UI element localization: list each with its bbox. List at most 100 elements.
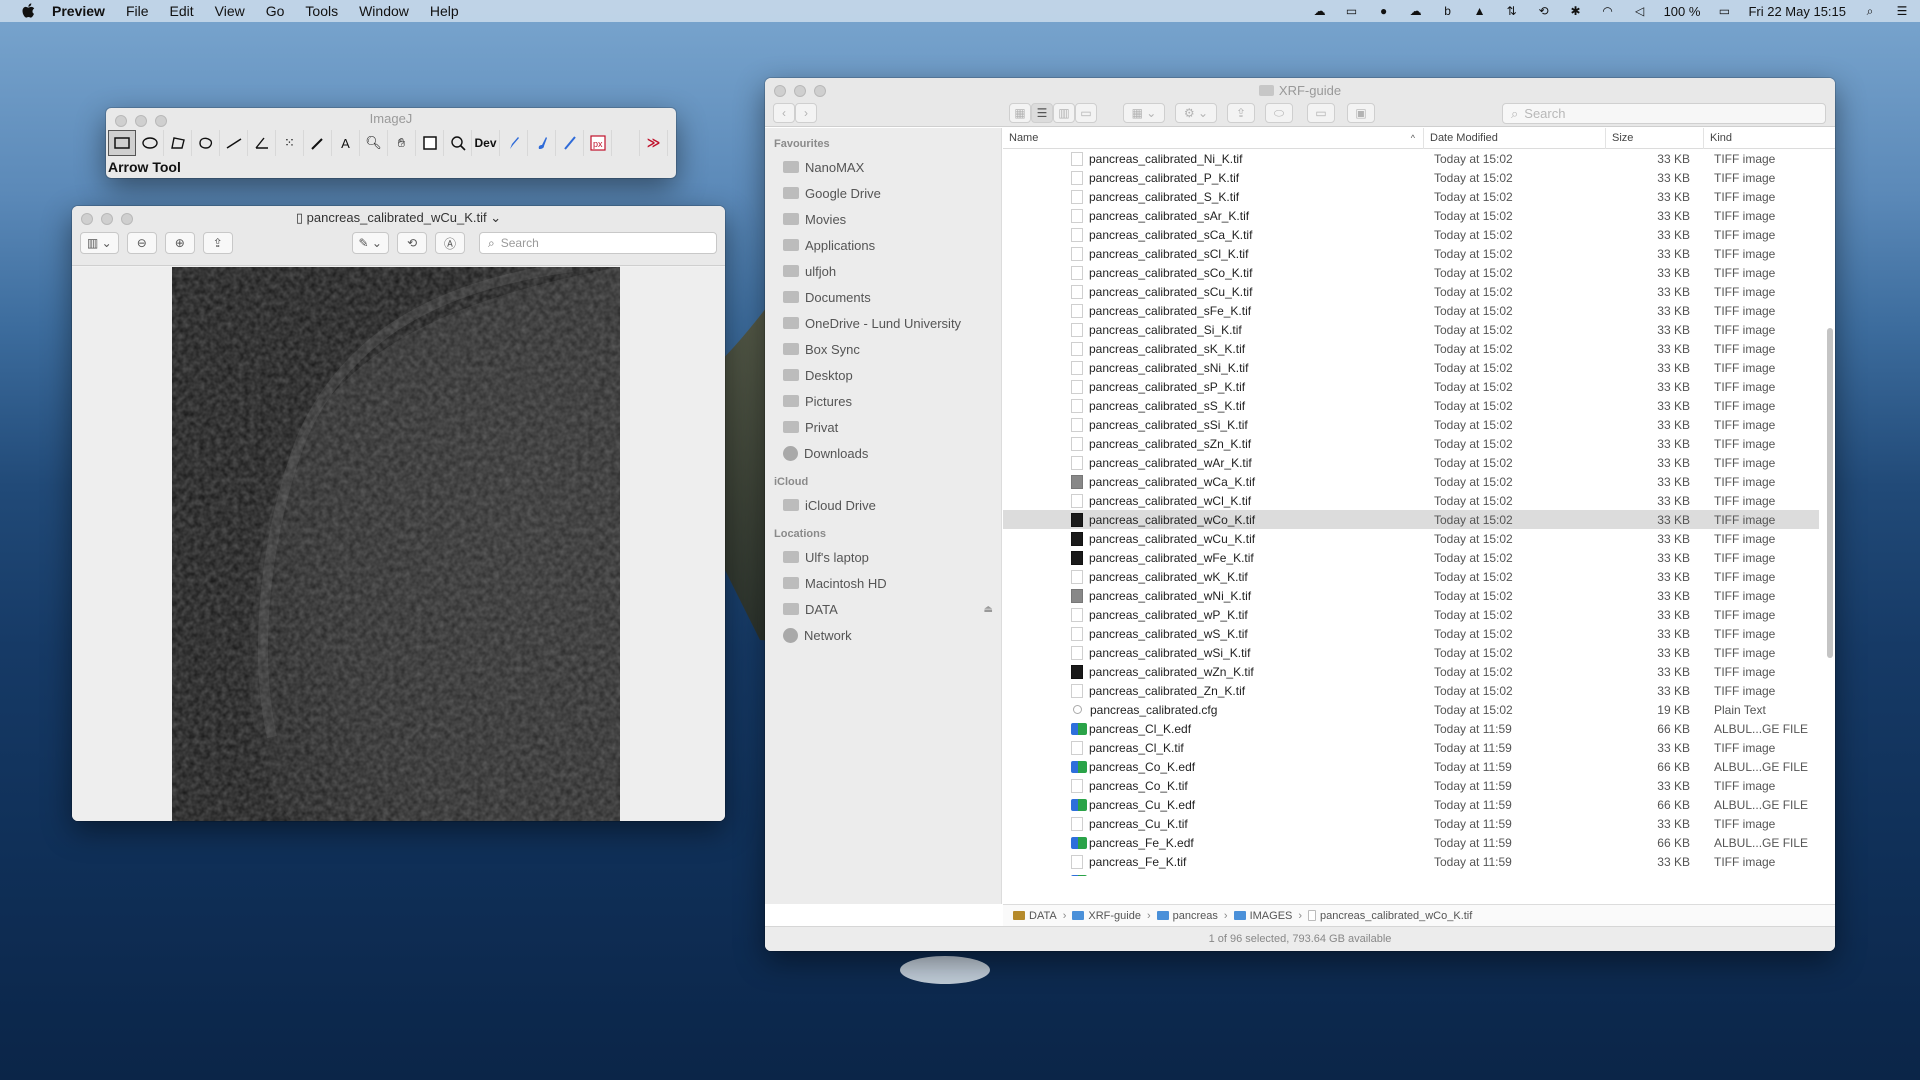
table-row[interactable]: pancreas_calibrated_wFe_K.tif Today at 15… bbox=[1003, 548, 1819, 567]
path-item-images[interactable]: IMAGES bbox=[1250, 910, 1293, 922]
time-machine-icon[interactable]: ⟲ bbox=[1536, 4, 1552, 18]
wifi-icon[interactable]: ◠ bbox=[1600, 4, 1616, 18]
table-row[interactable]: pancreas_calibrated_sCo_K.tif Today at 15… bbox=[1003, 263, 1819, 282]
table-row[interactable]: pancreas_calibrated_sK_K.tif Today at 15:… bbox=[1003, 339, 1819, 358]
table-row[interactable]: pancreas_calibrated.cfg Today at 15:02 19 … bbox=[1003, 700, 1819, 719]
zoom-out-button[interactable]: ⊖ bbox=[126, 232, 157, 254]
more-tools-icon[interactable]: ≫ bbox=[640, 130, 668, 156]
sidebar-item-data[interactable]: DATA ⏏ bbox=[765, 596, 1001, 622]
volume-icon[interactable]: ◁ bbox=[1632, 4, 1648, 18]
zoom-lens-tool-icon[interactable] bbox=[444, 130, 472, 156]
eject-icon[interactable]: ⏏ bbox=[984, 604, 993, 615]
tag-button[interactable]: ⬭ bbox=[1265, 103, 1293, 123]
image-canvas-area[interactable] bbox=[72, 267, 725, 821]
table-row[interactable]: pancreas_calibrated_P_K.tif Today at 15:0… bbox=[1003, 168, 1819, 187]
action-gear-button[interactable]: ⚙ ⌄ bbox=[1175, 103, 1217, 123]
table-row[interactable]: pancreas_calibrated_sZn_K.tif Today at 15… bbox=[1003, 434, 1819, 453]
color-picker-tool-icon[interactable] bbox=[416, 130, 444, 156]
column-header-size[interactable]: Size bbox=[1606, 127, 1704, 149]
xrf-map-image[interactable] bbox=[172, 267, 620, 821]
paintbrush-tool-icon[interactable] bbox=[528, 130, 556, 156]
sidebar-item-documents[interactable]: Documents bbox=[765, 284, 1001, 310]
table-row[interactable]: pancreas_calibrated_wCu_K.tif Today at 15… bbox=[1003, 529, 1819, 548]
menu-file[interactable]: File bbox=[126, 3, 149, 19]
document-title[interactable]: pancreas_calibrated_wCu_K.tif bbox=[307, 210, 487, 225]
pencil-tool-icon[interactable] bbox=[500, 130, 528, 156]
chevron-down-icon[interactable]: ⌄ bbox=[487, 210, 501, 225]
sidebar-item-applications[interactable]: Applications bbox=[765, 232, 1001, 258]
sidebar-item-onedrive[interactable]: OneDrive - Lund University bbox=[765, 310, 1001, 336]
table-row[interactable]: pancreas_calibrated_wP_K.tif Today at 15:… bbox=[1003, 605, 1819, 624]
group-button[interactable]: ▦ ⌄ bbox=[1123, 103, 1165, 123]
table-row[interactable]: pancreas_calibrated_sCu_K.tif Today at 15… bbox=[1003, 282, 1819, 301]
list-view-button[interactable]: ☰ bbox=[1031, 103, 1053, 123]
battery-percentage[interactable]: 100 % bbox=[1664, 4, 1701, 19]
table-row[interactable]: pancreas_calibrated_sCa_K.tif Today at 15… bbox=[1003, 225, 1819, 244]
path-item-xrf-guide[interactable]: XRF-guide bbox=[1088, 910, 1141, 922]
sidebar-item-google-drive[interactable]: Google Drive bbox=[765, 180, 1001, 206]
table-row[interactable]: pancreas_calibrated_wNi_K.tif Today at 15… bbox=[1003, 586, 1819, 605]
arrows-icon[interactable]: ⇅ bbox=[1504, 4, 1520, 18]
share-button[interactable]: ⇪ bbox=[202, 232, 233, 254]
sidebar-item-pictures[interactable]: Pictures bbox=[765, 388, 1001, 414]
dev-tool-icon[interactable]: Dev bbox=[472, 130, 500, 156]
sidebar-item-laptop[interactable]: Ulf's laptop bbox=[765, 544, 1001, 570]
sidebar-item-privat[interactable]: Privat bbox=[765, 414, 1001, 440]
table-row[interactable]: pancreas_calibrated_wCa_K.tif Today at 15… bbox=[1003, 472, 1819, 491]
hand-tool-icon[interactable]: ✋︎ bbox=[388, 130, 416, 156]
path-item-file[interactable]: pancreas_calibrated_wCo_K.tif bbox=[1320, 910, 1472, 922]
table-row[interactable]: pancreas_calibrated_wAr_K.tif Today at 15… bbox=[1003, 453, 1819, 472]
pdf-tool-icon[interactable]: px bbox=[584, 130, 612, 156]
table-row[interactable]: pancreas_Cu_K.tif Today at 11:59 33 KB TIFF… bbox=[1003, 814, 1819, 833]
sidebar-item-movies[interactable]: Movies bbox=[765, 206, 1001, 232]
zoom-in-button[interactable]: ⊕ bbox=[164, 232, 195, 254]
wand-tool-icon[interactable] bbox=[304, 130, 332, 156]
sidebar-icon[interactable]: ▭ bbox=[1344, 4, 1360, 18]
sidebar-item-desktop[interactable]: Desktop bbox=[765, 362, 1001, 388]
table-row[interactable]: pancreas_Cl_K.edf Today at 11:59 66 KB ALBU… bbox=[1003, 719, 1819, 738]
sidebar-toggle-button[interactable]: ▥ ⌄ bbox=[80, 232, 119, 254]
connect-button[interactable]: ▣ bbox=[1347, 103, 1375, 123]
google-drive-icon[interactable]: ▲ bbox=[1472, 4, 1488, 18]
table-row[interactable]: pancreas_calibrated_wZn_K.tif Today at 15… bbox=[1003, 662, 1819, 681]
sidebar-item-network[interactable]: Network bbox=[765, 622, 1001, 648]
menu-app-name[interactable]: Preview bbox=[52, 3, 105, 19]
menu-tools[interactable]: Tools bbox=[305, 3, 338, 19]
table-row[interactable]: pancreas_K_K.edf Today at 11:5966 KBALBUL… bbox=[1003, 871, 1819, 876]
table-row[interactable]: pancreas_calibrated_wCl_K.tif Today at 15… bbox=[1003, 491, 1819, 510]
skype-icon[interactable]: ● bbox=[1376, 4, 1392, 18]
new-folder-button[interactable]: ▭ bbox=[1307, 103, 1335, 123]
menu-view[interactable]: View bbox=[215, 3, 245, 19]
creative-cloud-icon[interactable]: ☁ bbox=[1312, 4, 1328, 18]
apple-icon[interactable] bbox=[18, 3, 38, 19]
angle-tool-icon[interactable] bbox=[248, 130, 276, 156]
preview-search-field[interactable]: ⌕ Search bbox=[479, 232, 717, 254]
back-button[interactable]: ‹ bbox=[773, 103, 795, 123]
sidebar-item-ulfjoh[interactable]: ulfjoh bbox=[765, 258, 1001, 284]
bitbucket-icon[interactable]: b bbox=[1440, 4, 1456, 18]
freehand-tool-icon[interactable] bbox=[192, 130, 220, 156]
gallery-view-button[interactable]: ▭ bbox=[1075, 103, 1097, 123]
pen-tool-icon[interactable] bbox=[556, 130, 584, 156]
sidebar-item-macintosh-hd[interactable]: Macintosh HD bbox=[765, 570, 1001, 596]
table-row[interactable]: pancreas_calibrated_Si_K.tif Today at 15:… bbox=[1003, 320, 1819, 339]
table-row[interactable]: pancreas_Cu_K.edf Today at 11:59 66 KB ALBU… bbox=[1003, 795, 1819, 814]
polygon-tool-icon[interactable] bbox=[164, 130, 192, 156]
rotate-button[interactable]: ⟲ bbox=[397, 232, 427, 254]
table-row[interactable]: pancreas_calibrated_sP_K.tif Today at 15:… bbox=[1003, 377, 1819, 396]
column-header-kind[interactable]: Kind bbox=[1704, 128, 1804, 149]
menu-go[interactable]: Go bbox=[266, 3, 285, 19]
menu-help[interactable]: Help bbox=[430, 3, 459, 19]
table-row[interactable]: pancreas_Fe_K.edf Today at 11:59 66 KB ALBU… bbox=[1003, 833, 1819, 852]
rectangle-tool-icon[interactable] bbox=[108, 130, 136, 156]
path-item-pancreas[interactable]: pancreas bbox=[1173, 910, 1218, 922]
finder-search-field[interactable]: ⌕ Search bbox=[1502, 103, 1826, 124]
window-title[interactable]: ▯ pancreas_calibrated_wCu_K.tif ⌄ bbox=[72, 210, 725, 226]
spotlight-search-icon[interactable]: ⌕ bbox=[1862, 4, 1878, 18]
path-item-data[interactable]: DATA bbox=[1029, 910, 1057, 922]
table-row[interactable]: pancreas_Co_K.edf Today at 11:59 66 KB ALBU… bbox=[1003, 757, 1819, 776]
table-row[interactable]: pancreas_calibrated_sAr_K.tif Today at 15… bbox=[1003, 206, 1819, 225]
table-row[interactable]: pancreas_calibrated_wK_K.tif Today at 15:… bbox=[1003, 567, 1819, 586]
menu-window[interactable]: Window bbox=[359, 3, 409, 19]
multi-point-tool-icon[interactable]: ⁙ bbox=[276, 130, 304, 156]
